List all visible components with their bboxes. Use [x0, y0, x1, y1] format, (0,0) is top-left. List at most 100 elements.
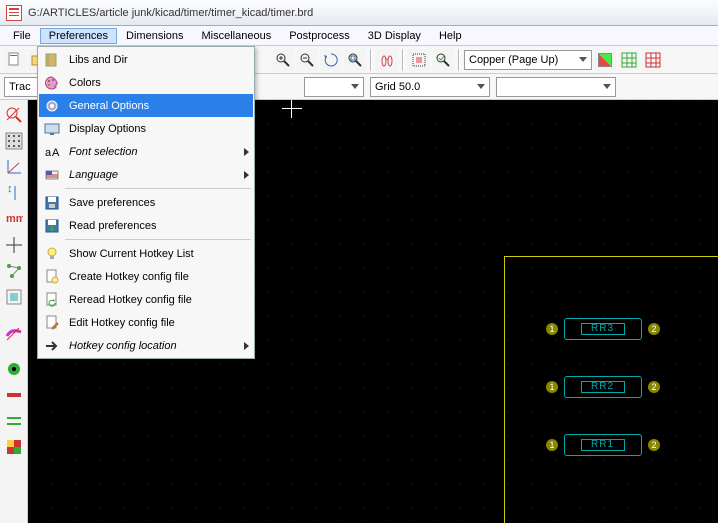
menuitem-save-preferences[interactable]: Save preferences	[39, 191, 253, 214]
bulb-icon	[43, 245, 61, 263]
menuitem-label: Edit Hotkey config file	[69, 317, 249, 329]
zoom-select-combo[interactable]	[496, 77, 616, 97]
grid-toggle-button[interactable]	[3, 130, 25, 152]
pad-1[interactable]: 1	[546, 381, 558, 393]
separator	[402, 49, 404, 71]
menu-file[interactable]: File	[4, 28, 40, 44]
contrast-mode-button[interactable]	[3, 436, 25, 458]
pad-fill-button[interactable]	[3, 358, 25, 380]
menuitem-colors[interactable]: Colors	[39, 71, 253, 94]
window-titlebar: G:/ARTICLES/article junk/kicad/timer/tim…	[0, 0, 718, 26]
gear-icon	[43, 97, 61, 115]
via-fill-button[interactable]	[3, 384, 25, 406]
menuitem-general-options[interactable]: General Options	[39, 94, 253, 117]
menuitem-read-preferences[interactable]: Read preferences	[39, 214, 253, 237]
zoom-out-button[interactable]	[296, 49, 318, 71]
separator	[370, 49, 372, 71]
menuitem-label: Libs and Dir	[69, 54, 249, 66]
display-icon	[43, 120, 61, 138]
menuitem-label: Font selection	[69, 146, 236, 158]
menubar: File Preferences Dimensions Miscellaneou…	[0, 26, 718, 46]
netlist-button[interactable]	[408, 49, 430, 71]
board-outline	[504, 256, 505, 523]
file-reload-icon	[43, 291, 61, 309]
grid-select-combo[interactable]: Grid 50.0	[370, 77, 490, 97]
cursor-shape-button[interactable]	[3, 234, 25, 256]
auto-delete-track-button[interactable]	[3, 286, 25, 308]
pad-1[interactable]: 1	[546, 323, 558, 335]
menu-separator	[65, 188, 251, 189]
menuitem-label: Save preferences	[69, 197, 249, 209]
drc-off-button[interactable]	[3, 104, 25, 126]
font-icon: aA	[43, 143, 61, 161]
save-icon	[43, 194, 61, 212]
component-ref: RR3	[591, 323, 614, 334]
menu-dimensions[interactable]: Dimensions	[117, 28, 192, 44]
zoom-redraw-button[interactable]	[320, 49, 342, 71]
zoom-fit-button[interactable]	[344, 49, 366, 71]
new-board-button[interactable]	[4, 49, 26, 71]
submenu-arrow-icon	[244, 342, 249, 350]
pad-2[interactable]: 2	[648, 439, 660, 451]
menu-preferences[interactable]: Preferences	[40, 28, 117, 44]
track-width-label: Trac	[9, 81, 31, 93]
track-fill-button[interactable]	[3, 410, 25, 432]
pad-2[interactable]: 2	[648, 381, 660, 393]
pad-1[interactable]: 1	[546, 439, 558, 451]
layer-color-button[interactable]	[594, 49, 616, 71]
crosshair-cursor	[282, 108, 302, 109]
menuitem-label: General Options	[69, 100, 249, 112]
grid-select-label: Grid 50.0	[375, 81, 420, 93]
grid-red-button[interactable]	[642, 49, 664, 71]
menuitem-label: Read preferences	[69, 220, 249, 232]
units-mm-button[interactable]: mm	[3, 208, 25, 230]
menuitem-language[interactable]: Language	[39, 163, 253, 186]
globe-icon	[43, 166, 61, 184]
arrow-right-icon	[43, 337, 61, 355]
open-icon	[43, 217, 61, 235]
svg-text:a: a	[45, 147, 52, 159]
polar-coords-button[interactable]	[3, 156, 25, 178]
left-toolbar: ↕ mm	[0, 100, 28, 523]
window-title: G:/ARTICLES/article junk/kicad/timer/tim…	[28, 7, 313, 19]
menu-separator	[65, 239, 251, 240]
show-zones-button[interactable]	[3, 322, 25, 344]
component-ref: RR2	[591, 381, 614, 392]
menuitem-font-selection[interactable]: aA Font selection	[39, 140, 253, 163]
menuitem-label: Language	[69, 169, 236, 181]
menu-postprocess[interactable]: Postprocess	[280, 28, 359, 44]
menuitem-create-hotkey-file[interactable]: Create Hotkey config file	[39, 265, 253, 288]
units-inch-button[interactable]: ↕	[3, 182, 25, 204]
pad-2[interactable]: 2	[648, 323, 660, 335]
menuitem-show-hotkey-list[interactable]: Show Current Hotkey List	[39, 242, 253, 265]
submenu-arrow-icon	[244, 171, 249, 179]
ratsnest-button[interactable]	[3, 260, 25, 282]
via-size-combo[interactable]	[304, 77, 364, 97]
layer-select-label: Copper (Page Up)	[469, 54, 558, 66]
menuitem-display-options[interactable]: Display Options	[39, 117, 253, 140]
board-outline	[504, 256, 718, 257]
component-ref: RR1	[591, 439, 614, 450]
zoom-in-button[interactable]	[272, 49, 294, 71]
svg-text:mm: mm	[6, 213, 23, 225]
grid-green-button[interactable]	[618, 49, 640, 71]
menuitem-edit-hotkey-file[interactable]: Edit Hotkey config file	[39, 311, 253, 334]
layer-select-combo[interactable]: Copper (Page Up)	[464, 50, 592, 70]
menuitem-label: Hotkey config location	[69, 340, 236, 352]
menuitem-label: Colors	[69, 77, 249, 89]
submenu-arrow-icon	[244, 148, 249, 156]
menu-miscellaneous[interactable]: Miscellaneous	[193, 28, 281, 44]
menu-help[interactable]: Help	[430, 28, 471, 44]
drc-button[interactable]	[432, 49, 454, 71]
find-button[interactable]	[376, 49, 398, 71]
menuitem-reread-hotkey-file[interactable]: Reread Hotkey config file	[39, 288, 253, 311]
file-edit-icon	[43, 314, 61, 332]
crosshair-cursor	[291, 100, 292, 118]
menuitem-label: Reread Hotkey config file	[69, 294, 249, 306]
menu-3d-display[interactable]: 3D Display	[359, 28, 430, 44]
app-icon	[6, 5, 22, 21]
menuitem-hotkey-config-location[interactable]: Hotkey config location	[39, 334, 253, 357]
svg-text:A: A	[52, 147, 60, 159]
menuitem-label: Show Current Hotkey List	[69, 248, 249, 260]
menuitem-libs-and-dir[interactable]: Libs and Dir	[39, 48, 253, 71]
